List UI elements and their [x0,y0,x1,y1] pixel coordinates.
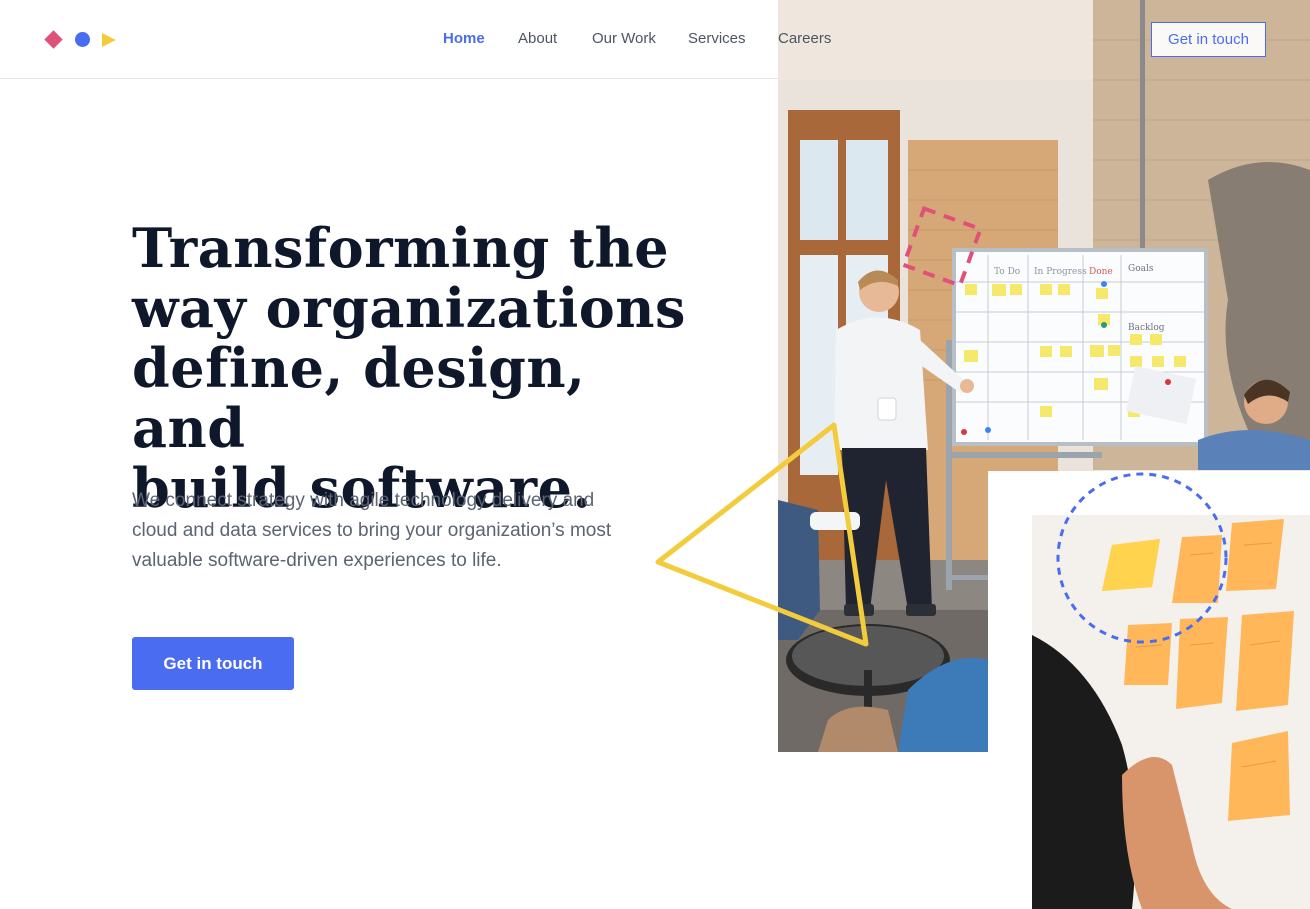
nav-item-our-work[interactable]: Our Work [592,30,656,47]
nav-item-careers[interactable]: Careers [778,30,831,47]
header-get-in-touch-button[interactable]: Get in touch [1151,22,1266,57]
headline-line: Transforming the [132,216,670,280]
description-line: valuable software-driven experiences to … [132,550,502,571]
hero-get-in-touch-button[interactable]: Get in touch [132,637,294,690]
description-line: We connect strategy with agile technolog… [132,490,595,511]
site-header: Home About Our Work Services Careers Get… [0,0,1310,79]
sticky-notes-photo [1032,515,1310,909]
nav-item-services[interactable]: Services [688,30,746,47]
board-column-done: Done [1089,267,1113,277]
logo-triangle-icon [102,33,116,47]
board-column-todo: To Do [994,267,1020,277]
headline-line: way organizations [132,276,686,340]
hero-headline: Transforming the way organizations defin… [132,218,692,518]
board-backlog-label: Backlog [1128,323,1165,333]
logo-circle-icon [75,32,90,47]
header-divider [0,78,778,79]
board-column-goals: Goals [1128,264,1154,274]
hero-description: We connect strategy with agile technolog… [132,486,632,576]
headline-line: define, design, and [132,336,586,460]
logo[interactable] [44,30,120,50]
nav-item-home[interactable]: Home [443,30,485,47]
description-line: cloud and data services to bring your or… [132,520,612,541]
logo-diamond-icon [44,30,63,49]
board-column-in-progress: In Progress [1034,267,1087,277]
nav-item-about[interactable]: About [518,30,557,47]
